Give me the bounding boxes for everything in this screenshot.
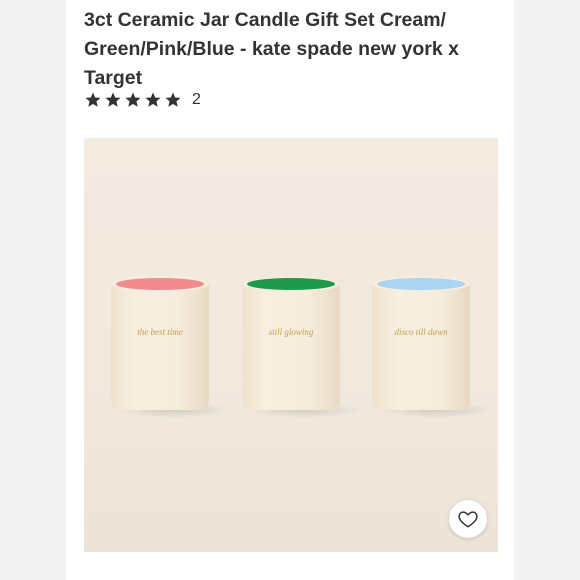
candle-jar: disco till dawn [372, 276, 494, 418]
candle-label: the best time [137, 327, 183, 337]
candle-jar: still glowing [242, 276, 362, 418]
candle-label: disco till dawn [394, 327, 448, 337]
heart-outline-icon [458, 511, 478, 528]
star-icon [105, 92, 121, 107]
candle-label: still glowing [269, 327, 314, 337]
rating-summary[interactable]: 2 [84, 89, 201, 111]
product-title: 3ct Ceramic Jar Candle Gift Set Cream/ G… [84, 9, 459, 89]
candle-jar: the best time [111, 276, 232, 418]
star-icon [125, 92, 141, 107]
product-image[interactable]: the best time still glowing disco till d… [84, 138, 498, 552]
jar-rim [247, 278, 335, 290]
star-icon [145, 92, 161, 107]
jar-rim [377, 278, 465, 290]
rating-count: 2 [192, 91, 201, 108]
candle-set-illustration: the best time still glowing disco till d… [111, 276, 494, 418]
star-icon [85, 92, 101, 107]
favorite-button[interactable] [449, 500, 487, 538]
star-icon [165, 92, 181, 107]
jar-rim [116, 278, 204, 290]
